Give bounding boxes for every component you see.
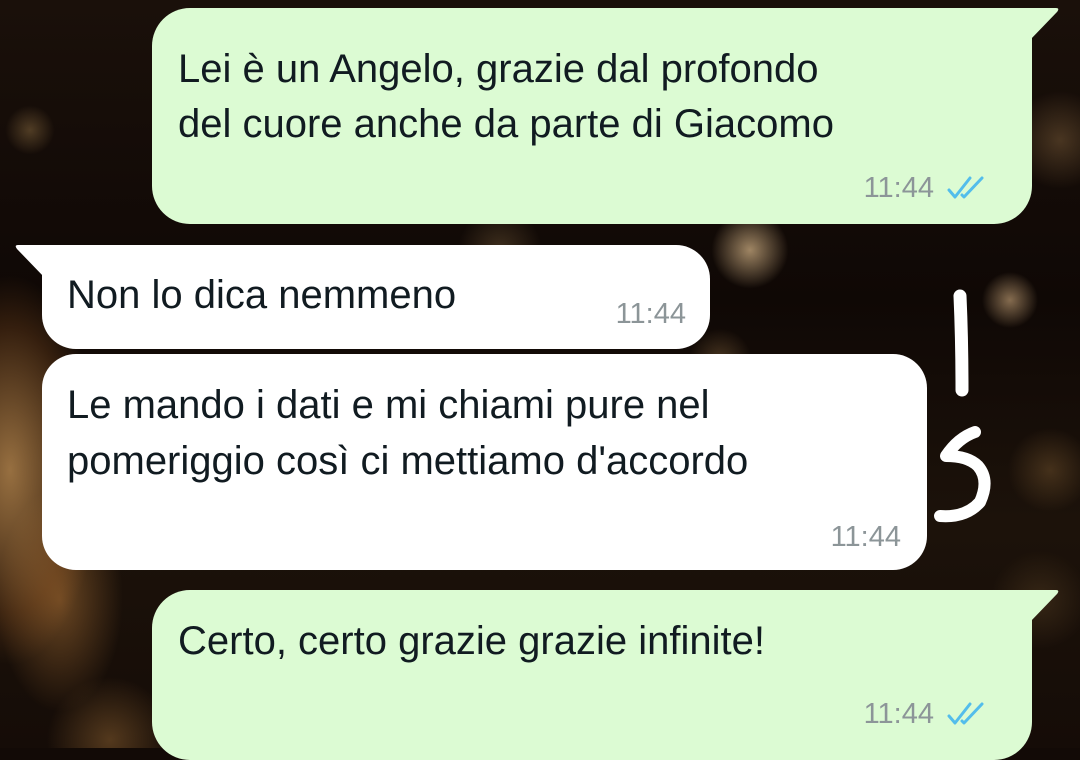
double-check-icon [947,702,984,725]
message-meta: 11:44 [864,171,990,205]
message-bubble-incoming[interactable]: Non lo dica nemmeno 11:44 [15,245,710,349]
message-bubble-outgoing[interactable]: Certo, certo grazie grazie infinite! 11:… [152,590,1059,760]
message-text-line: Certo, certo grazie grazie infinite! [178,619,765,663]
double-check-icon [947,176,984,199]
message-meta: 11:44 [831,520,901,554]
bubble-tail [1030,8,1059,40]
message-timestamp: 11:44 [615,298,686,330]
message-timestamp: 11:44 [863,172,934,204]
bubble-tail [15,245,44,277]
handwritten-scribble [934,289,991,523]
bubble-tail [1030,590,1059,622]
message-text-line: del cuore anche da parte di Giacomo [178,102,834,146]
message-text-line: Lei è un Angelo, grazie dal profondo [178,47,819,91]
message-meta: 11:44 [864,697,990,731]
message-text-line: Le mando i dati e mi chiami pure nel [67,383,710,427]
message-text-line: Non lo dica nemmeno [67,273,457,317]
message-bubble-incoming[interactable]: Le mando i dati e mi chiami pure nel pom… [42,354,927,570]
message-meta: 11:44 [616,297,686,331]
message-bubble-outgoing[interactable]: Lei è un Angelo, grazie dal profondo del… [152,8,1059,224]
message-timestamp: 11:44 [863,698,934,730]
message-text-line: pomeriggio così ci mettiamo d'accordo [67,439,749,483]
message-timestamp: 11:44 [830,521,901,553]
